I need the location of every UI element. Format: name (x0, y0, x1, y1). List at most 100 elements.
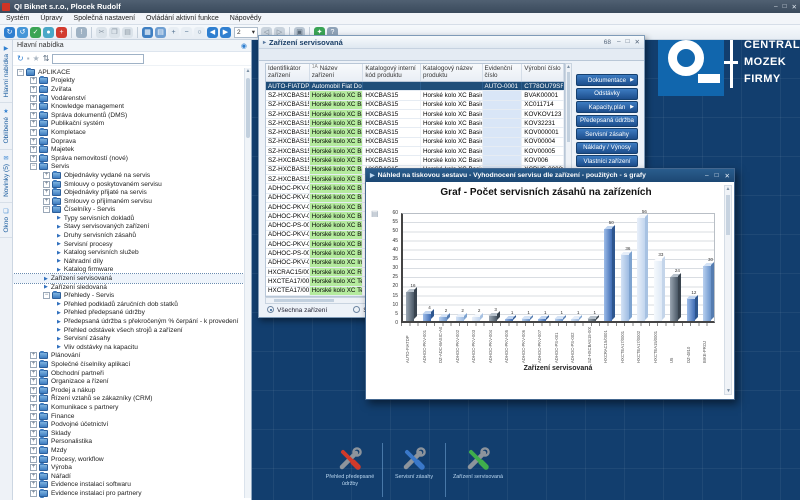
copy-icon[interactable]: ❐ (109, 27, 120, 38)
tree-item[interactable]: ▶Přehled předepsané údržby (13, 309, 244, 318)
tree-item[interactable]: +Správa nemovitostí (nové) (13, 154, 244, 163)
tree-expand-icon[interactable]: + (30, 430, 37, 437)
tree-expand-icon[interactable]: − (43, 292, 50, 299)
shortcut-p-ehled-p-edepsan-dr-by[interactable]: Přehled předepsané údržby (318, 443, 382, 497)
undo-icon[interactable]: ↺ (17, 27, 28, 38)
tree-item[interactable]: +Společné číselníky aplikací (13, 360, 244, 369)
commit-icon[interactable]: ● (43, 27, 54, 38)
tree-expand-icon[interactable]: − (43, 206, 50, 213)
tree-item[interactable]: +Knowledge management (13, 102, 244, 111)
nav-stop-icon[interactable]: ▪ (27, 54, 30, 63)
preview-scrollbar[interactable]: ▲ ▼ (724, 185, 732, 395)
tree-item[interactable]: +Projekty (13, 77, 244, 86)
tree-item[interactable]: +Evidence instalací softwaru (13, 481, 244, 490)
table-row[interactable]: SZ-HXCBAS15-0006Horské kolo XC Basic 15"… (266, 110, 564, 119)
action-button-dokumentace[interactable]: Dokumentace▶ (576, 74, 638, 86)
tree-item[interactable]: +Organizace a řízení (13, 377, 244, 386)
tree-item[interactable]: +Evidence instalací pro partnery (13, 489, 244, 498)
tree-item[interactable]: −Číselníky - Servis (13, 206, 244, 215)
tree-item[interactable]: +Procesy, workflow (13, 455, 244, 464)
side-tab-novinky-5-[interactable]: ✉Novinky (5) (0, 150, 12, 203)
action-button-kapacity-pl-n[interactable]: Kapacity,plán▶ (576, 101, 638, 113)
tree-expand-icon[interactable]: + (43, 189, 50, 196)
tree-item[interactable]: +Sklady (13, 429, 244, 438)
tree-expand-icon[interactable]: + (30, 413, 37, 420)
table-row[interactable]: AUTO-FIATDPAutomobil Fiat Doblo PanorAUT… (266, 82, 564, 91)
tree-item[interactable]: ▶Katalog firmware (13, 266, 244, 275)
table-row[interactable]: SZ-HXCBAS15-0010Horské kolo XC Basic 15"… (266, 147, 564, 156)
tree-expand-icon[interactable]: + (30, 421, 37, 428)
confirm-icon[interactable]: ✓ (30, 27, 41, 38)
tree-item[interactable]: ▶Servisní zásahy (13, 334, 244, 343)
tree-search-input[interactable] (52, 54, 144, 64)
tree-item[interactable]: −Přehledy - Servis (13, 291, 244, 300)
tree-item[interactable]: +Finance (13, 412, 244, 421)
nav-back-icon[interactable]: ◀ (207, 27, 218, 38)
tree-expand-icon[interactable]: + (30, 395, 37, 402)
tree-item[interactable]: ▶Zařízení sledovaná (13, 283, 244, 292)
paste-icon[interactable]: ▤ (122, 27, 133, 38)
devices-window-maximize-icon[interactable]: □ (626, 38, 630, 46)
zoom-reset-icon[interactable]: ○ (194, 27, 205, 38)
tree-item[interactable]: ▶Servisní procesy (13, 240, 244, 249)
tree-expand-icon[interactable]: + (30, 352, 37, 359)
tree-item[interactable]: +Podvojné účetnictví (13, 420, 244, 429)
tree-expand-icon[interactable]: + (30, 404, 37, 411)
action-button-vlastn-ci-za-zen-[interactable]: Vlastníci zařízení (576, 155, 638, 167)
devices-window-close-icon[interactable]: ✕ (635, 38, 640, 46)
tree-expand-icon[interactable]: − (17, 69, 24, 76)
side-tab-obl-ben-[interactable]: ★Oblíbené (0, 103, 12, 149)
tree-item[interactable]: +Majetek (13, 145, 244, 154)
tree-item[interactable]: +Správa dokumentů (DMS) (13, 111, 244, 120)
preview-close-icon[interactable]: ✕ (725, 172, 730, 180)
tree-item[interactable]: ▶Katalog servisních služeb (13, 248, 244, 257)
preview-minimize-icon[interactable]: – (705, 172, 709, 180)
column-header-2[interactable]: 1ANázev zařízení (310, 64, 364, 81)
zoom-in-icon[interactable]: + (168, 27, 179, 38)
tree-expand-icon[interactable]: + (30, 146, 37, 153)
form-view-icon[interactable]: ▤ (155, 27, 166, 38)
tree-item[interactable]: ▶Zařízení servisovaná (13, 274, 244, 283)
tree-item[interactable]: +Personalistika (13, 438, 244, 447)
tree-expand-icon[interactable]: + (30, 155, 37, 162)
action-button-n-klady-v-nosy[interactable]: Náklady / Výnosy (576, 142, 638, 154)
shortcut-za-zen-servisovan-[interactable]: Zařízení servisovaná (446, 443, 510, 497)
app-maximize-icon[interactable]: □ (783, 3, 787, 11)
column-header-1[interactable]: Identifikátor zařízení (266, 64, 310, 81)
refresh-icon[interactable]: ↻ (4, 27, 15, 38)
side-tab-hlavn-nab-dka[interactable]: ▶Hlavní nabídka (0, 40, 12, 103)
tree-item[interactable]: +Nářadí (13, 472, 244, 481)
tree-expand-icon[interactable]: + (30, 361, 37, 368)
devices-window-controls[interactable]: –□✕ (617, 38, 640, 46)
tree-expand-icon[interactable]: + (30, 490, 37, 497)
column-header-4[interactable]: Katalogový název produktu (421, 64, 483, 81)
tree-expand-icon[interactable]: + (30, 447, 37, 454)
tree-expand-icon[interactable]: + (30, 86, 37, 93)
tree-expand-icon[interactable]: + (30, 112, 37, 119)
tree-expand-icon[interactable]: + (30, 77, 37, 84)
app-window-controls[interactable]: –□✕ (774, 3, 797, 11)
menu-item-syst-m[interactable]: Systém (6, 15, 29, 22)
devices-window-titlebar[interactable]: ▸ Zařízení servisovaná 68 –□✕ (259, 36, 644, 49)
tree-item[interactable]: +Kompletace (13, 128, 244, 137)
tree-item[interactable]: ▶Stavy servisovaných zařízení (13, 223, 244, 232)
filter-all-devices-radio[interactable]: Všechna zařízení (267, 306, 327, 314)
tree-expand-icon[interactable]: + (30, 438, 37, 445)
menu-item-spole-n-nastaven-[interactable]: Společná nastavení (74, 15, 136, 22)
nav-forward-icon[interactable]: ▶ (220, 27, 231, 38)
tree-expand-icon[interactable]: + (30, 95, 37, 102)
cancel-icon[interactable]: + (56, 27, 67, 38)
tree-expand-icon[interactable]: + (30, 120, 37, 127)
app-minimize-icon[interactable]: – (774, 3, 778, 11)
tree-item[interactable]: +Prodej a nákup (13, 386, 244, 395)
tree-expand-icon[interactable]: + (30, 138, 37, 145)
tree-item[interactable]: +Vodárenství (13, 94, 244, 103)
column-header-6[interactable]: Výrobní číslo (522, 64, 564, 81)
notifications-icon[interactable]: ! (76, 27, 87, 38)
tree-expand-icon[interactable]: + (43, 181, 50, 188)
tree-item[interactable]: +Plánování (13, 352, 244, 361)
nav-favorite-icon[interactable]: ★ (33, 54, 40, 63)
action-button-p-edepsan-dr-ba[interactable]: Předepsaná údržba (576, 115, 638, 127)
tree-scrollbar[interactable]: ▲ (244, 68, 251, 498)
tree-item[interactable]: +Doprava (13, 137, 244, 146)
